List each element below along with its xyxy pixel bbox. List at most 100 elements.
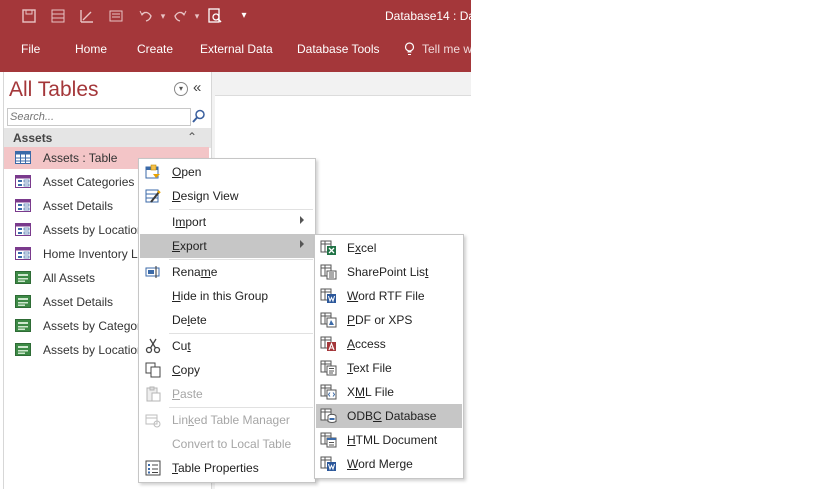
paste-icon (146, 386, 161, 402)
nav-search-field[interactable] (7, 108, 191, 126)
tab-external-data[interactable]: External Data (200, 42, 273, 56)
nav-pane-title[interactable]: All Tables (9, 78, 99, 102)
export-xml-file[interactable]: XML File (316, 380, 462, 404)
menu-item-export[interactable]: Export (140, 234, 314, 258)
quick-access-toolbar: ▾ ▾ ▾ Database14 : Dat (0, 0, 471, 34)
export-excel[interactable]: Excel (316, 236, 462, 260)
menu-item-paste[interactable]: Paste (140, 382, 314, 406)
menu-item-label: Cut (172, 339, 191, 353)
export-html-document[interactable]: HTML Document (316, 428, 462, 452)
menu-item-import[interactable]: Import (140, 210, 314, 234)
export-pdf-xps[interactable]: PDF or XPS (316, 308, 462, 332)
report-icon (15, 319, 31, 332)
nav-item-label: All Assets (43, 271, 96, 285)
html-document-icon (320, 432, 337, 448)
form-icon (15, 175, 31, 188)
menu-item-label: Copy (172, 363, 201, 377)
tab-file[interactable]: File (21, 42, 40, 56)
menu-item-cut[interactable]: Cut (140, 334, 314, 358)
design-view-icon[interactable] (79, 8, 95, 24)
form-view-icon[interactable] (108, 8, 124, 24)
form-icon (15, 199, 31, 212)
export-item-label: ODBC Database (347, 409, 437, 423)
nav-item-label: Assets : Table (43, 151, 118, 165)
export-item-label: XML File (347, 385, 394, 399)
report-icon (15, 295, 31, 308)
group-header-assets[interactable]: Assets ⌃ (4, 128, 211, 148)
submenu-arrow-icon (300, 240, 304, 248)
report-icon (15, 271, 31, 284)
collapse-group-icon[interactable]: ⌃ (187, 130, 197, 144)
save-icon[interactable] (21, 8, 37, 24)
menu-item-design-view[interactable]: Design View (140, 184, 314, 208)
menu-item-label: Open (172, 165, 202, 179)
collapse-pane-icon[interactable]: « (193, 79, 201, 96)
menu-item-hide-in-group[interactable]: Hide in this Group (140, 284, 314, 308)
table-icon (15, 151, 31, 164)
export-odbc-database[interactable]: ODBC Database (316, 404, 462, 428)
context-menu: Open Design View Import Export Rename Hi… (138, 158, 316, 483)
tab-create[interactable]: Create (137, 42, 173, 56)
ribbon-tabs: File Home Create External Data Database … (0, 34, 471, 72)
redo-icon[interactable] (172, 8, 188, 24)
menu-item-label: Export (172, 239, 207, 253)
lightbulb-icon (404, 42, 415, 55)
rename-icon (145, 266, 160, 278)
access-icon (320, 336, 336, 351)
customize-toolbar-icon[interactable]: ▾ (236, 8, 252, 24)
export-item-label: Access (347, 337, 386, 351)
menu-item-label: Paste (172, 387, 203, 401)
menu-item-linked-table-manager[interactable]: Linked Table Manager (140, 408, 314, 432)
export-item-label: Word Merge (347, 457, 413, 471)
datasheet-icon[interactable] (50, 8, 66, 24)
tab-database-tools[interactable]: Database Tools (297, 42, 380, 56)
excel-icon (320, 240, 336, 255)
export-item-label: SharePoint List (347, 265, 429, 279)
redo-dropdown-icon[interactable]: ▾ (189, 8, 205, 24)
menu-item-label: Design View (172, 189, 239, 203)
export-word-rtf[interactable]: Word RTF File (316, 284, 462, 308)
nav-item-label: Home Inventory List (43, 247, 150, 261)
menu-item-copy[interactable]: Copy (140, 358, 314, 382)
menu-item-label: Linked Table Manager (172, 413, 290, 427)
sharepoint-icon (320, 264, 337, 280)
export-item-label: PDF or XPS (347, 313, 413, 327)
text-file-icon (320, 360, 337, 376)
xml-file-icon (320, 384, 337, 400)
export-sharepoint-list[interactable]: SharePoint List (316, 260, 462, 284)
nav-item-label: Assets by Category (43, 319, 148, 333)
export-item-label: Excel (347, 241, 377, 255)
properties-icon (145, 460, 161, 476)
undo-dropdown-icon[interactable]: ▾ (155, 8, 171, 24)
menu-item-label: Table Properties (172, 461, 259, 475)
menu-item-label: Convert to Local Table (172, 437, 292, 451)
nav-search-input[interactable] (8, 110, 182, 124)
undo-icon[interactable] (138, 8, 154, 24)
nav-item-label: Asset Details (43, 295, 114, 309)
export-text-file[interactable]: Text File (316, 356, 462, 380)
export-access[interactable]: Access (316, 332, 462, 356)
export-word-merge[interactable]: Word Merge (316, 452, 462, 476)
tell-me-box[interactable]: Tell me w (422, 42, 471, 56)
form-icon (15, 247, 31, 260)
word-merge-icon (320, 456, 336, 471)
menu-item-convert-to-local-table[interactable]: Convert to Local Table (140, 432, 314, 456)
report-icon (15, 343, 31, 356)
scissors-icon (145, 338, 161, 354)
print-preview-icon[interactable] (207, 8, 223, 24)
menu-item-delete[interactable]: Delete (140, 308, 314, 332)
nav-item-label: Asset Details (43, 199, 114, 213)
group-label: Assets (13, 131, 53, 145)
menu-item-rename[interactable]: Rename (140, 260, 314, 284)
nav-menu-dropdown-icon[interactable]: ▾ (174, 82, 188, 96)
tab-home[interactable]: Home (75, 42, 107, 56)
menu-item-label: Delete (172, 313, 207, 327)
nav-item-label: Asset Categories b (43, 175, 145, 189)
menu-item-open[interactable]: Open (140, 160, 314, 184)
copy-icon (145, 362, 161, 378)
export-item-label: Text File (347, 361, 392, 375)
open-icon (145, 164, 160, 179)
menu-item-label: Hide in this Group (172, 289, 269, 303)
menu-item-table-properties[interactable]: Table Properties (140, 456, 314, 480)
search-icon[interactable] (192, 109, 206, 123)
